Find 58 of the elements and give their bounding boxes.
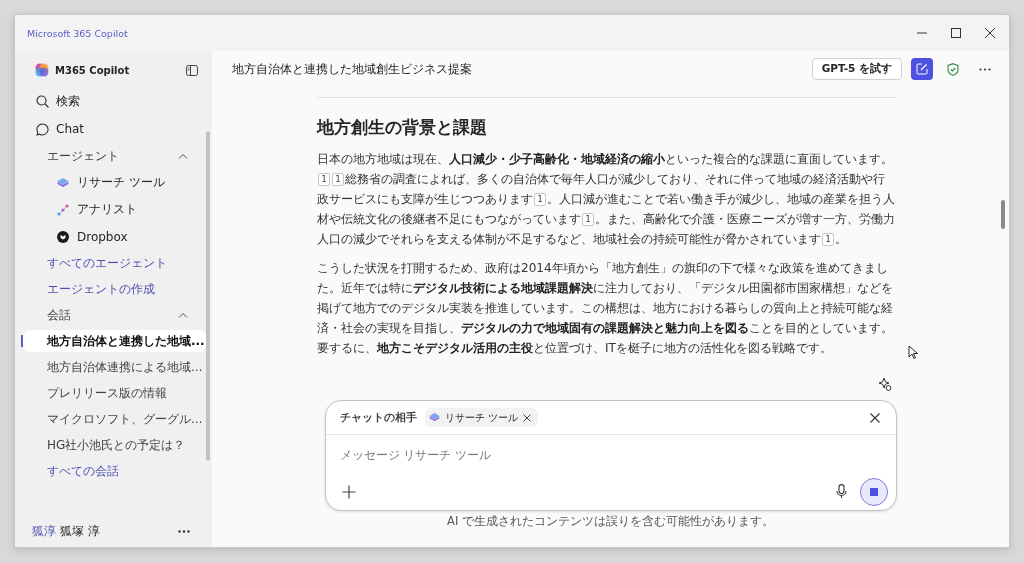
- logo-icon: [35, 63, 49, 77]
- selection-indicator: [21, 335, 23, 347]
- more-icon[interactable]: [178, 529, 190, 533]
- close-icon[interactable]: [985, 28, 995, 38]
- edit-icon: [916, 63, 928, 75]
- chat-with-label: チャットの相手: [339, 410, 417, 425]
- agent-item[interactable]: リサーチ ツール: [15, 169, 212, 196]
- conversation-item[interactable]: 地方自治体と連携した地域...: [23, 330, 207, 352]
- conversation-item[interactable]: HG社小池氏との予定は？: [23, 434, 207, 456]
- sidebar-link[interactable]: すべてのエージェント: [47, 250, 167, 276]
- try-model-button[interactable]: GPT-5 を試す: [811, 58, 902, 80]
- stop-button[interactable]: [859, 477, 888, 506]
- conversation-item[interactable]: プレリリース版の情報: [23, 382, 207, 404]
- agent-item[interactable]: アナリスト: [15, 196, 212, 223]
- user-initials: 狐淳: [32, 522, 56, 540]
- sparkle-icon[interactable]: [877, 377, 892, 391]
- conversation-title: 地方自治体と連携した地域創生ビジネス提案: [232, 60, 472, 78]
- citation-link[interactable]: 1: [534, 193, 547, 206]
- nav-item[interactable]: Chat: [15, 115, 212, 143]
- microphone-icon[interactable]: [835, 484, 847, 499]
- paragraph: 日本の地方地域は現在、人口減少・少子高齢化・地域経済の縮小といった複合的な課題に直面しています。 1 1 総務省の調査によれば、多くの自治体で毎年人口が減少しており、それに伴って地域の経済活動や行政サービスにも支障が生じつつあります 1 。人口減が進むことで若い働き手が減少し、地域の産業を担う人材や伝統文化の後継者不足にもつながっています 1 。また、高齢化で介護・医療ニーズが増す一方、労働力人口の減少でそれらを支える体制が不足するなど、地域社会の持続可能性が脅かされています 1 。: [317, 151, 897, 248]
- citation-link[interactable]: 1: [582, 213, 595, 226]
- sidebar-link[interactable]: すべての会話: [47, 458, 119, 484]
- chart-dots-icon: [57, 203, 69, 216]
- mouse-pointer-icon: [908, 345, 918, 359]
- plus-icon[interactable]: [341, 484, 356, 499]
- nav-item[interactable]: 検索: [15, 87, 212, 115]
- section-heading: 会話: [47, 306, 71, 324]
- agent-item[interactable]: Dropbox: [15, 223, 212, 250]
- citation-link[interactable]: 1: [822, 233, 835, 246]
- scrollbar[interactable]: [206, 131, 210, 461]
- disclaimer-text: AI で生成されたコンテンツは誤りを含む可能性があります。: [447, 514, 774, 529]
- app-name: M365 Copilot: [55, 64, 130, 76]
- box-icon: [57, 230, 69, 243]
- close-icon[interactable]: [522, 413, 531, 422]
- citation-link[interactable]: 1: [332, 173, 345, 186]
- paragraph: こうした状況を打開するため、政府は2014年頃から「地方創生」の旗印の下で様々な政策を進めてきました。近年では特にデジタル技術による地域課題解決に注力しており、「デジタル田園都市国家構想」などを掲げて地方でのデジタル実装を推進しています。この構想は、地方における暮らしの質向上と持続可能な経済・社会の実現を目指し、デジタルの力で地域固有の課題解決と魅力向上を図ることを目的としています。要するに、地方こそデジタル活用の主役と位置づけ、ITを梃子に地方の活性化を図る戦略です。: [317, 260, 894, 357]
- conversation-item[interactable]: 地方自治体連携による地域...: [23, 356, 207, 378]
- sidebar-link[interactable]: エージェントの作成: [47, 276, 155, 302]
- chat-bubble-icon: [36, 122, 49, 136]
- section-heading: 地方創生の背景と課題: [317, 117, 488, 139]
- shield-check-icon[interactable]: [947, 62, 959, 76]
- close-icon[interactable]: [869, 412, 880, 423]
- window-title: Microsoft 365 Copilot: [27, 27, 128, 39]
- section-heading: エージェント: [47, 147, 119, 165]
- maximize-icon[interactable]: [951, 28, 961, 38]
- user-name: 狐塚 淳: [60, 522, 100, 540]
- sidebar-toggle-icon[interactable]: [186, 64, 198, 76]
- citation-link[interactable]: 1: [318, 173, 331, 186]
- layers-icon: [428, 413, 440, 422]
- message-input-field[interactable]: チャットの相手 リサーチ ツール メッセージ リサーチ ツール: [324, 400, 897, 511]
- new-chat-button[interactable]: [911, 58, 933, 80]
- search-icon: [36, 94, 49, 108]
- more-icon[interactable]: [979, 67, 991, 71]
- scrollbar[interactable]: [1001, 200, 1005, 229]
- layers-icon: [57, 177, 69, 188]
- conversation-item[interactable]: マイクロソフト、グーグル...: [23, 408, 207, 430]
- agent-chip[interactable]: リサーチ ツール: [424, 408, 538, 427]
